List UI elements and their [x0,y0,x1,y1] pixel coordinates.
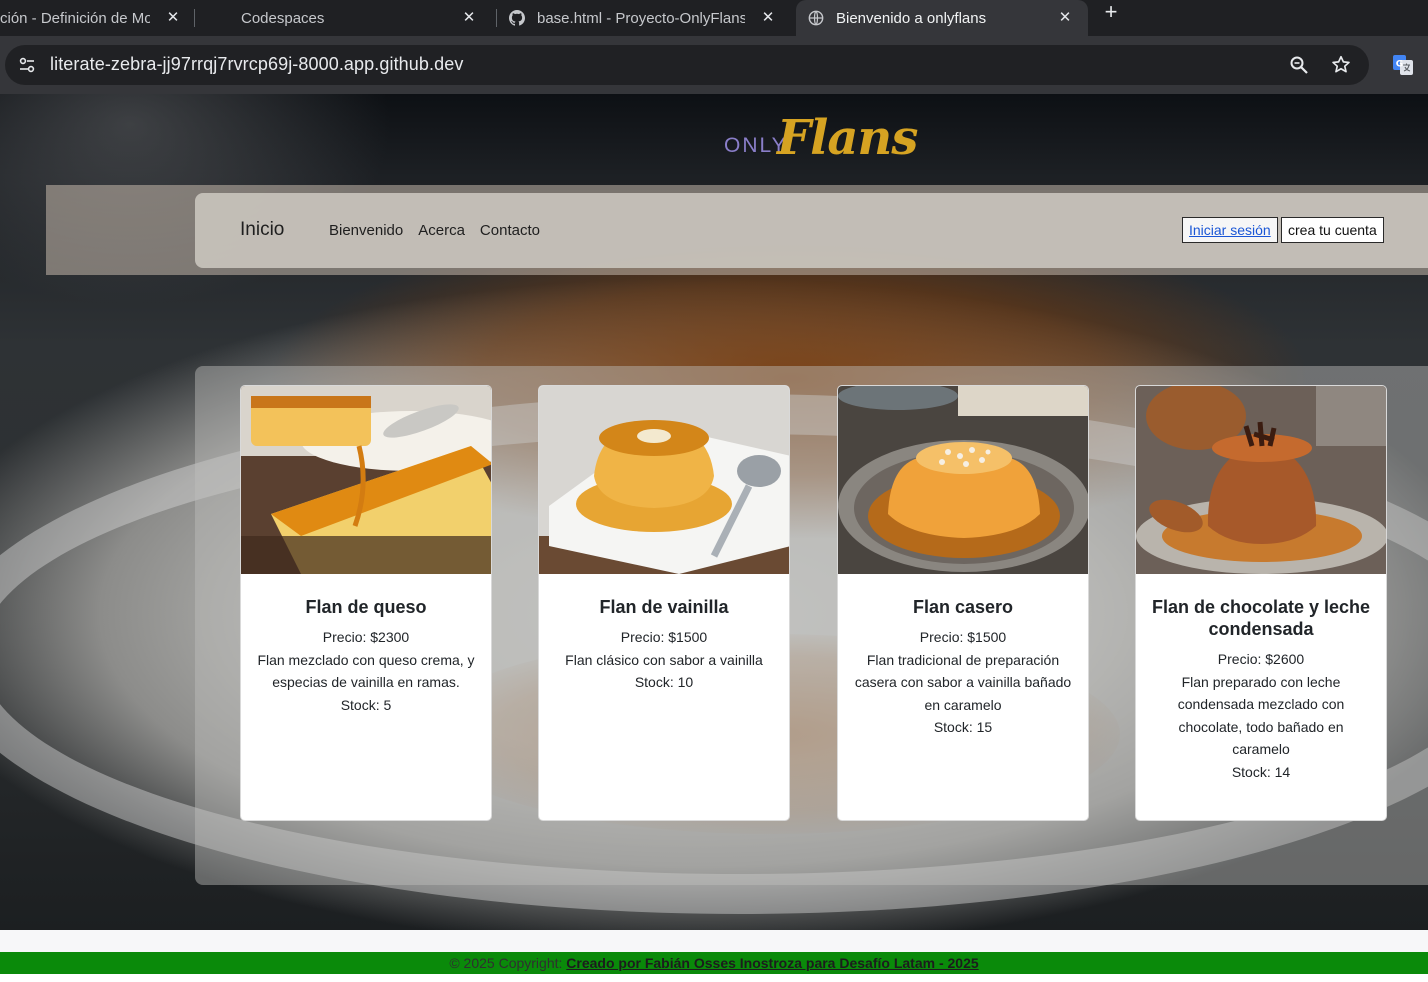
tab-base-html[interactable]: base.html - Proyecto-OnlyFlans ✕ [498,0,794,36]
site-settings-icon[interactable] [17,55,37,75]
product-description: Flan mezclado con queso crema, y especia… [257,651,475,691]
footer-bottom-strip [0,974,1428,982]
product-name: Flan de vainilla [599,597,729,617]
product-name: Flan de chocolate y leche condensada [1151,597,1371,639]
logo-flans-text: Flans [777,110,918,166]
product-description: Flan clásico con sabor a vainilla [565,651,763,668]
product-card[interactable]: Flan de vainilla Precio: $1500 Flan clás… [538,385,790,821]
zoom-icon[interactable] [1289,55,1309,75]
bookmark-star-icon[interactable] [1330,54,1352,76]
product-card[interactable]: Flan casero Precio: $1500 Flan tradicion… [837,385,1089,821]
tab-title: Codespaces [241,9,325,27]
close-tab-icon[interactable]: ✕ [1056,9,1074,27]
tab-title: Bienvenido a onlyflans [836,9,987,27]
url-text[interactable]: literate-zebra-jj97rrqj7rvrcp69j-8000.ap… [50,54,463,75]
address-bar[interactable]: literate-zebra-jj97rrqj7rvrcp69j-8000.ap… [5,45,1369,85]
product-description: Flan preparado con leche condensada mezc… [1177,673,1345,758]
close-tab-icon[interactable]: ✕ [460,9,478,27]
products-panel: Flan de queso Precio: $2300 Flan mezclad… [195,366,1428,885]
product-description: Flan tradicional de preparación casera c… [854,651,1072,713]
footer: © 2025 Copyright: Creado por Fabián Osse… [0,952,1428,974]
nav-link-bienvenido[interactable]: Bienvenido [329,222,403,239]
github-icon [509,10,525,26]
close-tab-icon[interactable]: ✕ [164,9,182,27]
product-stock: Stock: 5 [340,696,392,713]
product-card[interactable]: Flan de chocolate y leche condensada Pre… [1135,385,1387,821]
browser-toolbar: literate-zebra-jj97rrqj7rvrcp69j-8000.ap… [0,36,1428,94]
tab-bienvenido-active[interactable]: Bienvenido a onlyflans ✕ [796,0,1088,36]
browser-tab-strip: ción - Definición de Mo ✕ Codespaces ✕ b… [0,0,1428,36]
product-image-flan-casero [838,386,1088,574]
product-stock: Stock: 10 [634,674,694,690]
globe-icon [808,10,824,26]
product-image-flan-de-vainilla [539,386,789,574]
nav-link-acerca[interactable]: Acerca [418,222,465,239]
signup-button[interactable]: crea tu cuenta [1281,217,1384,243]
page-background: ONLY Flans Inicio Bienvenido Acerca Cont… [0,94,1428,930]
navbar: Inicio Bienvenido Acerca Contacto Inicia… [195,193,1428,268]
new-tab-button[interactable]: + [1100,1,1122,24]
product-price: Precio: $1500 [919,629,1007,645]
tab-separator [496,9,497,27]
product-card[interactable]: Flan de queso Precio: $2300 Flan mezclad… [240,385,492,821]
footer-copyright: © 2025 Copyright: [449,955,563,971]
tab-separator [194,9,195,27]
nav-links: Bienvenido Acerca Contacto [329,222,540,239]
product-price: Precio: $2600 [1217,651,1305,667]
svg-text:G: G [1396,60,1403,70]
tab-title: ción - Definición de Mo [0,9,150,27]
footer-spacer [0,930,1428,952]
product-price: Precio: $2300 [322,629,410,645]
nav-brand-inicio[interactable]: Inicio [240,219,284,241]
translate-icon[interactable]: G [1392,54,1414,76]
product-stock: Stock: 15 [933,719,993,735]
product-price: Precio: $1500 [620,629,708,645]
tab-codespaces[interactable]: Codespaces ✕ [196,0,492,36]
product-name: Flan de queso [305,597,427,617]
onlyflans-logo[interactable]: ONLY Flans [724,110,918,168]
close-tab-icon[interactable]: ✕ [759,9,777,27]
tab-title: base.html - Proyecto-OnlyFlans [537,9,745,27]
product-image-flan-de-queso [241,386,491,574]
product-name: Flan casero [912,597,1014,617]
product-stock: Stock: 14 [1231,763,1291,780]
tab-definicion[interactable]: ción - Definición de Mo ✕ [0,0,192,36]
footer-author-link[interactable]: Creado por Fabián Osses Inostroza para D… [566,955,978,971]
product-image-flan-de-chocolate [1136,386,1386,574]
login-button[interactable]: Iniciar sesión [1182,217,1278,243]
nav-link-contacto[interactable]: Contacto [480,222,540,239]
